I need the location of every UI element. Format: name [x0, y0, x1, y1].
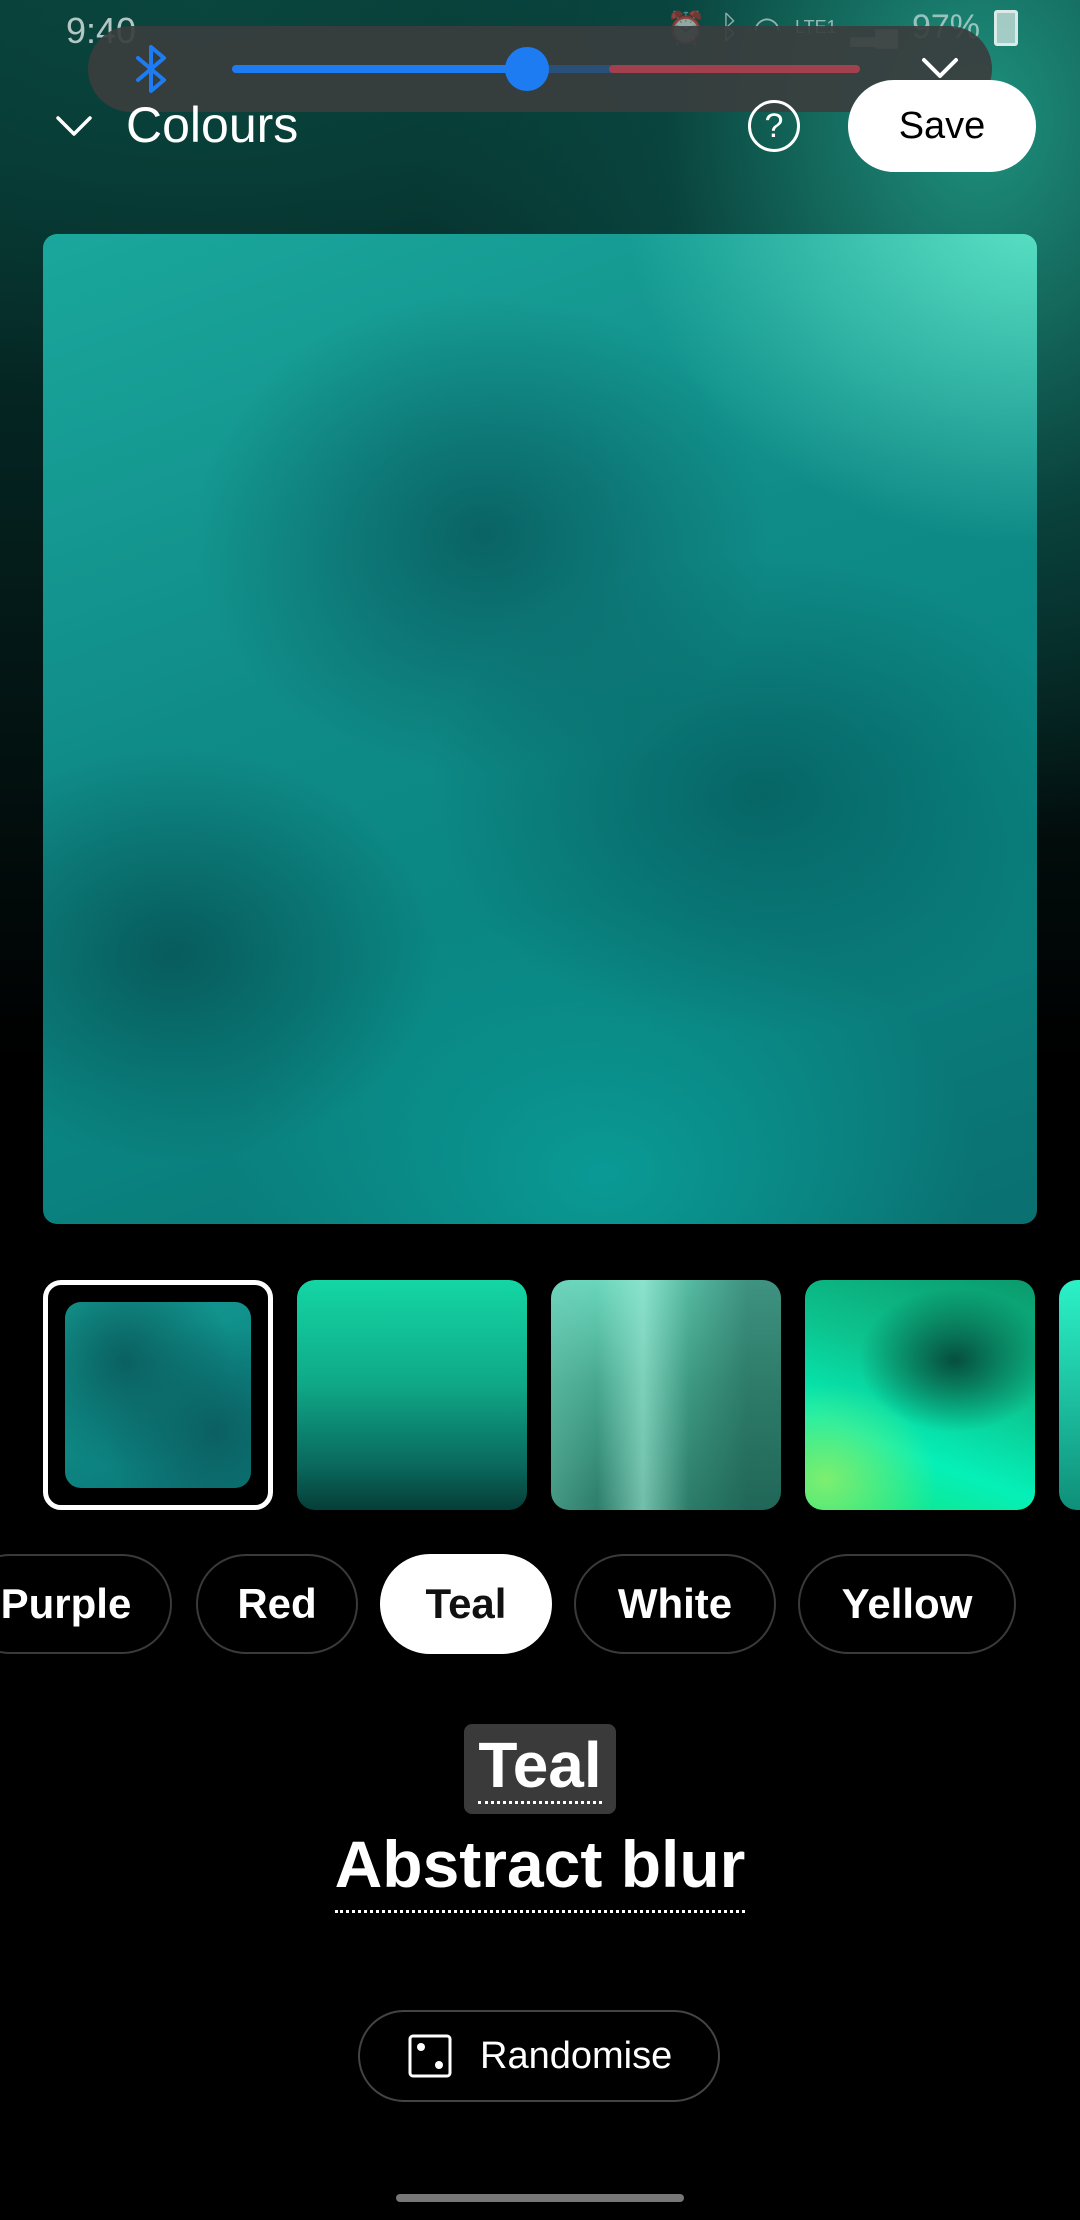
selected-colour-underline	[478, 1801, 602, 1804]
volume-warning-zone	[608, 65, 860, 73]
screen: 9:40 ⏰ ᛒ ◠ LTE1 ▂▄ 97% Colours ? Save	[0, 0, 1080, 2220]
selected-style[interactable]: Abstract blur	[0, 1826, 1080, 1913]
wallpaper-thumbnail[interactable]	[1059, 1280, 1080, 1510]
chip-purple[interactable]: Purple	[0, 1554, 172, 1654]
wallpaper-thumbnail-list[interactable]	[0, 1278, 1080, 1512]
wallpaper-thumbnail[interactable]	[805, 1280, 1035, 1510]
dice-icon	[408, 2034, 452, 2078]
navigation-handle[interactable]	[396, 2194, 684, 2202]
chip-teal[interactable]: Teal	[380, 1554, 552, 1654]
chip-red[interactable]: Red	[196, 1554, 358, 1654]
battery-icon	[994, 9, 1018, 46]
wallpaper-thumbnail[interactable]	[551, 1280, 781, 1510]
randomise-button[interactable]: Randomise	[358, 2010, 720, 2102]
volume-slider-thumb[interactable]	[505, 47, 550, 91]
randomise-label: Randomise	[480, 2035, 673, 2077]
selected-style-label: Abstract blur	[334, 1826, 746, 1913]
wallpaper-preview	[43, 234, 1037, 1224]
wallpaper-thumbnail[interactable]	[297, 1280, 527, 1510]
page-title: Colours	[126, 97, 299, 153]
save-button[interactable]: Save	[848, 80, 1036, 172]
bluetooth-icon	[136, 45, 166, 93]
help-icon[interactable]: ?	[748, 100, 800, 152]
selected-colour-label: Teal	[478, 1729, 602, 1801]
chip-yellow[interactable]: Yellow	[798, 1554, 1016, 1654]
selected-colour[interactable]: Teal	[464, 1724, 616, 1814]
colour-chip-list: Purple Red Teal White Yellow	[0, 1554, 1080, 1658]
wallpaper-thumbnail-selected[interactable]	[43, 1280, 273, 1510]
wallpaper-thumbnail-image	[65, 1302, 251, 1488]
collapse-chevron-icon[interactable]	[52, 108, 96, 144]
volume-slider-fill	[232, 65, 528, 73]
volume-slider[interactable]	[232, 47, 860, 91]
chip-white[interactable]: White	[574, 1554, 776, 1654]
